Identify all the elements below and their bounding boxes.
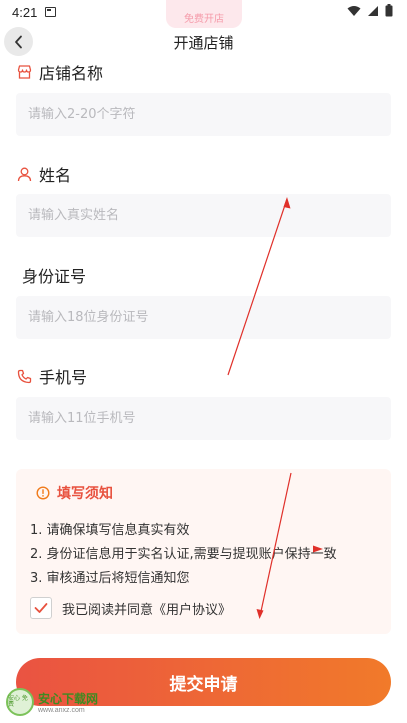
banner-peek: 免费开店 [166, 0, 242, 28]
store-icon [17, 65, 32, 79]
nav-bar: 开通店铺 [0, 26, 407, 58]
name-label-text: 姓名 [39, 166, 72, 185]
info-icon [36, 486, 50, 500]
status-icons [347, 4, 393, 17]
agreement-checkbox[interactable] [30, 597, 52, 619]
notice-card: 填写须知 1. 请确保填写信息真实有效 2. 身份证信息用于实名认证,需要与提现… [16, 469, 391, 634]
shop-name-label-text: 店铺名称 [39, 64, 104, 83]
notification-icon [45, 7, 57, 17]
back-button[interactable] [4, 27, 33, 56]
cellular-signal-icon [368, 5, 378, 16]
notice-item: 1. 请确保填写信息真实有效 [30, 523, 190, 538]
notice-item: 2. 身份证信息用于实名认证,需要与提现账户保持一致 [30, 547, 337, 562]
page-title: 开通店铺 [173, 33, 234, 52]
notice-header: 填写须知 [36, 483, 113, 503]
id-number-label-text: 身份证号 [22, 267, 87, 286]
wifi-icon [347, 5, 361, 16]
shop-name-label: 店铺名称 [17, 60, 103, 84]
name-input[interactable] [16, 194, 391, 237]
notice-title: 填写须知 [57, 486, 113, 502]
agreement-text[interactable]: 我已阅读并同意《用户协议》 [62, 599, 231, 618]
phone-input[interactable] [16, 397, 391, 440]
shop-name-input[interactable] [16, 93, 391, 136]
name-label: 姓名 [17, 162, 71, 186]
id-number-label: 身份证号 [22, 263, 86, 287]
watermark: 安心 免费 安心下载网 www.anxz.com [6, 686, 102, 718]
agreement-row[interactable]: 我已阅读并同意《用户协议》 [30, 597, 231, 619]
status-time: 4:21 [12, 4, 38, 20]
phone-label: 手机号 [17, 364, 87, 388]
banner-text: 免费开店 [184, 14, 224, 25]
phone-label-text: 手机号 [39, 368, 88, 387]
chevron-left-icon [14, 35, 22, 48]
battery-icon [385, 4, 393, 17]
id-number-input[interactable] [16, 296, 391, 339]
phone-icon [17, 369, 32, 383]
notice-item: 3. 审核通过后将短信通知您 [30, 571, 190, 586]
watermark-name: 安心下载网 [38, 692, 99, 706]
watermark-logo: 安心 免费 [6, 688, 34, 716]
person-icon [17, 167, 32, 181]
watermark-url: www.anxz.com [38, 707, 85, 714]
checkmark-icon [34, 603, 48, 613]
